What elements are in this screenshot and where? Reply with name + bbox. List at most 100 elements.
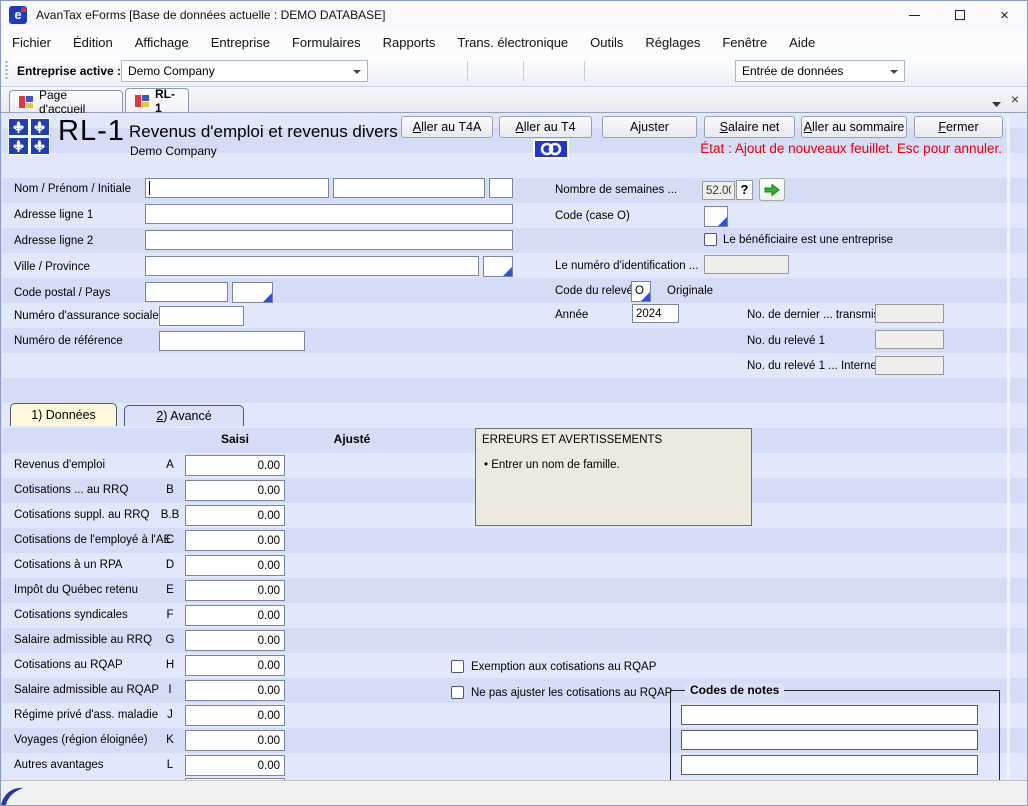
goto-t4a-button[interactable]: Aller au T4A <box>401 116 493 138</box>
rqap-exempt-label: Exemption aux cotisations au RQAP <box>471 661 656 673</box>
menu-rapports[interactable]: Rapports <box>372 31 447 54</box>
close-form-button[interactable]: Fermer <box>914 116 1003 138</box>
goto-summary-button[interactable]: Aller au sommaire <box>801 116 907 138</box>
grid-row-g: Salaire admissible au RRQ G <box>2 628 1007 653</box>
weeks-help-button[interactable]: ? <box>736 180 753 200</box>
rqap-no-adjust-checkbox[interactable] <box>451 686 464 699</box>
note-code-input-1[interactable] <box>681 705 978 725</box>
city-input[interactable] <box>145 256 479 276</box>
panel-right-edge <box>1007 116 1010 782</box>
menu-edition[interactable]: Édition <box>62 31 124 54</box>
toolbar: Entreprise active : Demo Company <box>1 55 1027 87</box>
chevron-down-icon <box>992 100 1001 108</box>
year-input[interactable] <box>632 304 679 323</box>
tab-rl1[interactable]: RL-1 <box>125 88 189 112</box>
menu-fichier[interactable]: Fichier <box>1 31 62 54</box>
menu-fenetre[interactable]: Fenêtre <box>711 31 778 54</box>
row-label: Autres avantages <box>14 759 104 771</box>
row-amount-input[interactable] <box>185 480 285 501</box>
close-button[interactable]: × <box>982 1 1027 29</box>
row-code: K <box>157 734 183 746</box>
row-code: B <box>157 484 183 496</box>
row-amount-input[interactable] <box>185 655 285 676</box>
reference-input[interactable] <box>159 331 305 351</box>
link-slips-icon[interactable] <box>533 139 569 159</box>
menu-aide[interactable]: Aide <box>778 31 826 54</box>
maximize-button[interactable] <box>937 1 982 29</box>
row-amount-input[interactable] <box>185 555 285 576</box>
grid-row-c: Cotisations de l'employé à l'AE C <box>2 528 1007 553</box>
menu-reglages[interactable]: Réglages <box>634 31 711 54</box>
errors-panel: ERREURS ET AVERTISSEMENTS • Entrer un no… <box>475 428 752 526</box>
first-name-input[interactable] <box>333 178 485 198</box>
last-name-input[interactable] <box>145 178 329 198</box>
slip-number-internet-label: No. du relevé 1 ... Internet <box>747 360 880 372</box>
row-amount-input[interactable] <box>185 630 285 651</box>
grid-row-f: Cotisations syndicales F <box>2 603 1007 628</box>
goto-weeks-button[interactable] <box>759 178 785 201</box>
country-combo[interactable] <box>232 282 273 303</box>
quebec-flag-icon <box>8 118 50 155</box>
row-amount-input[interactable] <box>185 680 285 701</box>
identification-number-input[interactable] <box>704 255 789 274</box>
subtab-avance[interactable]: 2) Avancé <box>124 405 244 426</box>
sin-input[interactable] <box>159 306 244 326</box>
row-label: Cotisations de l'employé à l'AE <box>14 534 171 546</box>
tab-page-accueil[interactable]: Page d'accueil <box>9 90 123 112</box>
postal-code-input[interactable] <box>145 282 228 302</box>
city-province-label: Ville / Province <box>14 261 90 273</box>
grid-row-e: Impôt du Québec retenu E <box>2 578 1007 603</box>
address2-input[interactable] <box>145 230 513 250</box>
weeks-input[interactable] <box>702 181 735 200</box>
toolbar-separator <box>523 61 524 81</box>
toolbar-grip[interactable] <box>5 61 8 81</box>
net-salary-button[interactable]: Salaire net <box>704 116 795 138</box>
entry-mode-select[interactable]: Entrée de données <box>735 60 905 82</box>
row-amount-input[interactable] <box>185 455 285 476</box>
chevron-down-icon <box>890 70 898 74</box>
close-tab-button[interactable]: × <box>1011 91 1019 107</box>
menu-bar: Fichier Édition Affichage Entreprise For… <box>1 29 1027 55</box>
beneficiary-company-label: Le bénéficiaire est une entreprise <box>723 234 893 246</box>
document-tab-strip: Page d'accueil RL-1 × <box>1 87 1027 113</box>
active-company-select[interactable]: Demo Company <box>121 60 368 82</box>
row-amount-input[interactable] <box>185 580 285 601</box>
row-amount-input[interactable] <box>185 705 285 726</box>
tab-list-button[interactable] <box>992 95 1001 113</box>
row-amount-input[interactable] <box>185 755 285 776</box>
slip-code-combo[interactable]: O <box>631 281 651 302</box>
goto-t4-button[interactable]: Aller au T4 <box>499 116 592 138</box>
rqap-exempt-checkbox[interactable] <box>451 660 464 673</box>
subtab-donnees[interactable]: 1) Données <box>10 403 117 426</box>
green-arrow-icon <box>764 184 780 196</box>
last-transmitted-label: No. de dernier ... transmis <box>747 309 879 321</box>
code-case-o-combo[interactable] <box>704 206 728 227</box>
row-amount-input[interactable] <box>185 505 285 526</box>
beneficiary-company-checkbox[interactable] <box>704 233 717 246</box>
province-combo[interactable] <box>483 256 513 277</box>
row-amount-input[interactable] <box>185 530 285 551</box>
row-amount-input[interactable] <box>185 605 285 626</box>
row-amount-input[interactable] <box>185 730 285 751</box>
toolbar-separator <box>467 61 468 81</box>
row-label: Cotisations ... au RRQ <box>14 484 128 496</box>
menu-entreprise[interactable]: Entreprise <box>200 31 281 54</box>
menu-formulaires[interactable]: Formulaires <box>281 31 372 54</box>
menu-outils[interactable]: Outils <box>579 31 634 54</box>
note-code-input-2[interactable] <box>681 730 978 750</box>
minimize-button[interactable] <box>892 1 937 29</box>
adjust-button[interactable]: Ajuster <box>602 116 697 138</box>
toolbar-separator <box>584 61 585 81</box>
slip-number-internet-input[interactable] <box>875 356 944 375</box>
row-code: G <box>157 634 183 646</box>
weeks-label: Nombre de semaines ... <box>555 184 677 196</box>
row-code: A <box>157 459 183 471</box>
address1-input[interactable] <box>145 204 513 224</box>
note-code-input-3[interactable] <box>681 755 978 775</box>
last-transmitted-input[interactable] <box>875 304 944 323</box>
menu-affichage[interactable]: Affichage <box>124 31 200 54</box>
initial-input[interactable] <box>489 178 513 198</box>
slip-number-input[interactable] <box>875 330 944 349</box>
maple-leaf-icon <box>21 7 26 12</box>
menu-trans-electronique[interactable]: Trans. électronique <box>446 31 579 54</box>
